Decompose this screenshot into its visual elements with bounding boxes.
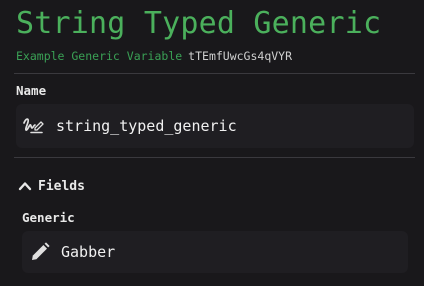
page-subtitle: Example Generic Variable tTEmfUwcGs4qVYR [16, 48, 292, 64]
name-field[interactable]: string_typed_generic [16, 104, 414, 148]
generic-field-label: Generic [22, 210, 75, 225]
signature-icon [22, 117, 44, 141]
fields-toggle-label: Fields [38, 178, 85, 194]
page-title: String Typed Generic [16, 6, 382, 41]
pencil-icon [30, 242, 50, 266]
fields-toggle[interactable]: Fields [18, 176, 85, 196]
entity-uid[interactable]: tTEmfUwcGs4qVYR [188, 49, 292, 63]
generic-field[interactable]: Gabber [22, 231, 408, 273]
chevron-up-icon [18, 182, 32, 191]
header-divider [14, 73, 415, 74]
name-value: string_typed_generic [56, 117, 237, 135]
generic-value: Gabber [61, 243, 116, 261]
name-divider [14, 157, 415, 158]
entity-kind-label: Example Generic Variable [16, 49, 183, 63]
name-section-label: Name [16, 83, 47, 98]
